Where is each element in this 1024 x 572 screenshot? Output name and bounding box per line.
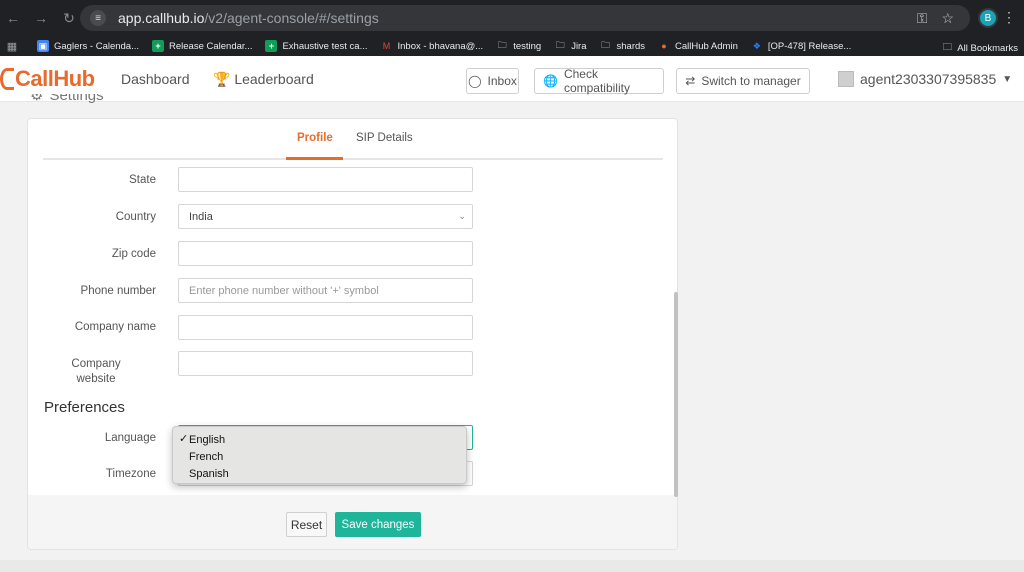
chevron-down-icon: ⌄ — [458, 211, 466, 221]
preferences-heading: Preferences — [44, 399, 125, 416]
country-label: Country — [115, 211, 156, 223]
reset-button[interactable]: Reset — [286, 512, 327, 537]
nav-dashboard[interactable]: Dashboard — [121, 71, 190, 87]
folder-icon: 🗀 — [497, 40, 507, 50]
browser-toolbar: ← → ↻ ≡ app.callhub.io/v2/agent-console/… — [0, 0, 1024, 36]
tab-sip-details[interactable]: SIP Details — [356, 132, 413, 144]
trophy-icon: 🏆 — [213, 71, 231, 87]
site-settings-icon[interactable]: ≡ — [90, 10, 106, 26]
nav-leaderboard[interactable]: 🏆 Leaderboard — [213, 71, 314, 88]
chevron-down-icon: ▼ — [1002, 73, 1013, 85]
scrollbar-thumb[interactable] — [674, 292, 678, 497]
active-tab-indicator — [286, 157, 343, 160]
switch-arrows-icon: ⇄ — [685, 74, 696, 88]
timezone-label: Timezone — [105, 468, 156, 480]
folder-icon: 🗀 — [942, 42, 953, 53]
bookmark-item[interactable]: M Inbox - bhavana@... — [380, 40, 483, 52]
settings-card: Profile SIP Details State Country India … — [27, 118, 678, 550]
bookmark-item[interactable]: ● CallHub Admin — [658, 40, 738, 52]
calendar-icon: ▣ — [37, 40, 49, 52]
website-input[interactable] — [178, 351, 473, 376]
inbox-button[interactable]: ◯ Inbox — [466, 68, 519, 94]
user-menu[interactable]: agent2303307395835 ▼ — [838, 71, 1012, 87]
bookmark-item[interactable]: + Release Calendar... — [152, 40, 252, 52]
checkmark-icon: ✓ — [179, 433, 189, 445]
check-compatibility-button[interactable]: 🌐 Check compatibility — [534, 67, 664, 95]
language-option-spanish[interactable]: Spanish — [173, 465, 466, 482]
star-icon[interactable]: ☆ — [941, 10, 954, 27]
logo-mark-icon — [0, 68, 14, 90]
address-bar[interactable]: ≡ app.callhub.io/v2/agent-console/#/sett… — [80, 5, 970, 31]
url-host: app.callhub.io — [118, 10, 205, 26]
key-icon[interactable]: ⚿ — [917, 10, 928, 27]
globe-icon: 🌐 — [543, 74, 558, 88]
forward-icon[interactable]: → — [34, 10, 48, 26]
sheets-icon: + — [152, 40, 165, 52]
callhub-icon: ● — [661, 41, 667, 51]
language-label: Language — [104, 432, 156, 444]
country-select[interactable]: India ⌄ — [178, 204, 473, 229]
state-input[interactable] — [178, 167, 473, 192]
company-label: Company name — [74, 321, 156, 333]
jira-icon: ❖ — [752, 40, 761, 51]
zip-input[interactable] — [178, 241, 473, 266]
sheets-icon: + — [265, 40, 278, 52]
menu-icon[interactable]: ⋮ — [1002, 9, 1016, 26]
inbox-icon: ◯ — [468, 74, 482, 88]
reload-icon[interactable]: ↻ — [62, 10, 76, 27]
company-input[interactable] — [178, 315, 473, 340]
app-header: CallHub Dashboard 🏆 Leaderboard ◯ Inbox … — [0, 56, 1024, 102]
switch-to-manager-button[interactable]: ⇄ Switch to manager — [676, 68, 810, 94]
gmail-icon: M — [382, 41, 391, 51]
website-label: Company website — [71, 358, 121, 385]
language-dropdown: ✓ English French Spanish — [172, 426, 467, 484]
all-bookmarks[interactable]: 🗀 All Bookmarks — [943, 40, 1018, 56]
phone-input[interactable]: Enter phone number without '+' symbol — [178, 278, 473, 303]
callhub-logo[interactable]: CallHub — [0, 66, 95, 92]
bookmarks-bar: ▦ ▣ Gaglers - Calenda... + Release Calendar… — [0, 36, 1024, 56]
phone-label: Phone number — [80, 285, 156, 297]
bookmark-item[interactable]: 🗀 shards — [600, 40, 645, 52]
language-option-english[interactable]: ✓ English — [173, 431, 466, 448]
user-avatar — [838, 71, 854, 87]
back-icon[interactable]: ← — [6, 10, 20, 26]
page-bottom — [0, 560, 1024, 572]
language-option-french[interactable]: French — [173, 448, 466, 465]
bookmark-item[interactable]: ▣ Gaglers - Calenda... — [37, 40, 139, 52]
bookmark-item[interactable]: 🗀 testing — [496, 40, 542, 52]
tab-bar: Profile SIP Details — [43, 119, 663, 160]
zip-label: Zip code — [111, 248, 156, 260]
bookmark-item[interactable]: + Exhaustive test ca... — [265, 40, 367, 52]
bookmark-item[interactable]: 🗀 Jira — [554, 40, 587, 52]
bookmark-item[interactable]: ❖ [OP-478] Release... — [751, 40, 851, 52]
url-path: /v2/agent-console/#/settings — [204, 10, 379, 26]
folder-icon: 🗀 — [600, 40, 610, 50]
tab-profile[interactable]: Profile — [297, 132, 333, 144]
apps-icon[interactable]: ▦ — [0, 40, 24, 53]
save-changes-button[interactable]: Save changes — [335, 512, 421, 537]
profile-avatar[interactable]: B — [978, 8, 998, 28]
state-label: State — [129, 174, 156, 186]
folder-icon: 🗀 — [555, 40, 565, 50]
